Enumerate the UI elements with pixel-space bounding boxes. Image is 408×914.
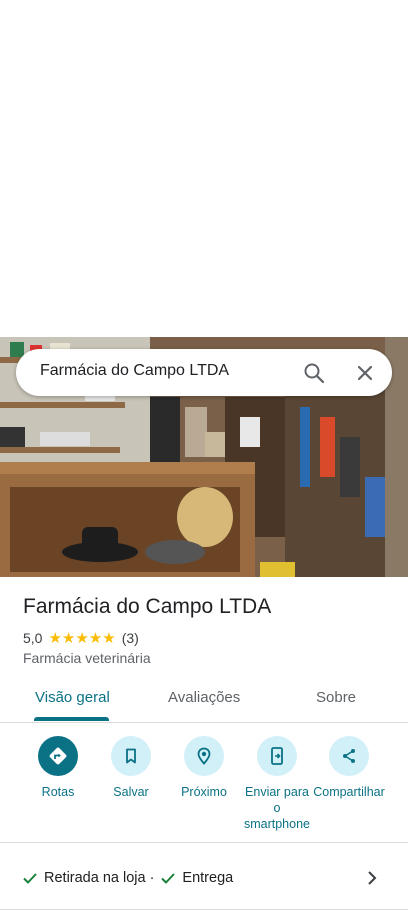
share-icon xyxy=(329,736,369,776)
place-title: Farmácia do Campo LTDA xyxy=(23,595,272,618)
send-to-phone-icon xyxy=(257,736,297,776)
directions-label: Rotas xyxy=(41,785,75,799)
place-category[interactable]: Farmácia veterinária xyxy=(23,650,151,666)
check-icon xyxy=(161,873,176,884)
check-icon xyxy=(23,873,37,884)
tab-about[interactable]: Sobre xyxy=(316,689,356,706)
share-button[interactable]: Compartilhar xyxy=(312,736,386,800)
nearby-button[interactable]: Próximo xyxy=(167,736,241,800)
service-options[interactable]: Retirada na loja · Entrega xyxy=(22,870,233,886)
directions-icon xyxy=(38,736,78,776)
send-to-phone-button[interactable]: Enviar para o smartphone xyxy=(240,736,314,832)
tab-bar: Visão geral Avaliações Sobre xyxy=(0,676,408,723)
directions-button[interactable]: Rotas xyxy=(21,736,95,800)
nearby-label: Próximo xyxy=(181,785,227,799)
send-to-phone-label: Enviar para o smartphone xyxy=(243,785,310,831)
save-label: Salvar xyxy=(113,785,149,799)
star-rating-icon: ★★★★★ xyxy=(48,630,116,647)
tab-overview[interactable]: Visão geral xyxy=(35,689,110,706)
chevron-right-icon[interactable] xyxy=(362,868,382,888)
close-icon[interactable] xyxy=(353,361,377,385)
divider xyxy=(0,842,408,843)
save-button[interactable]: Salvar xyxy=(94,736,168,800)
divider xyxy=(0,909,408,910)
review-count[interactable]: (3) xyxy=(122,630,139,646)
rating-row[interactable]: 5,0 ★★★★★ (3) xyxy=(23,629,139,647)
rating-value: 5,0 xyxy=(23,630,43,646)
search-input[interactable]: Farmácia do Campo LTDA xyxy=(40,362,229,380)
active-tab-indicator xyxy=(34,717,109,721)
search-icon[interactable] xyxy=(302,361,326,385)
tab-reviews[interactable]: Avaliações xyxy=(168,689,240,706)
pickup-option: Retirada na loja · xyxy=(44,870,155,886)
nearby-icon xyxy=(184,736,224,776)
share-label: Compartilhar xyxy=(313,785,385,799)
delivery-option: Entrega xyxy=(182,870,234,886)
search-bar[interactable]: Farmácia do Campo LTDA xyxy=(16,349,392,396)
bookmark-icon xyxy=(111,736,151,776)
map-area[interactable] xyxy=(0,0,408,337)
